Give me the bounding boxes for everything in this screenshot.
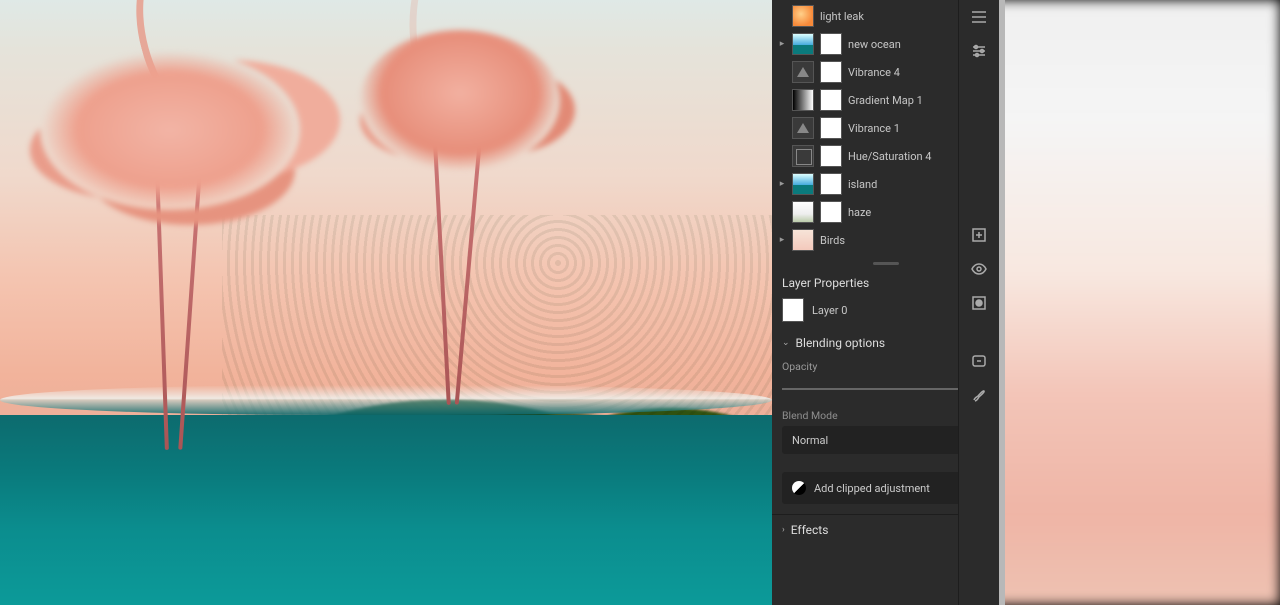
layer-name: Vibrance 4 [848,66,971,79]
layer-thumbnail[interactable] [792,201,814,223]
add-clipped-adjustment-label: Add clipped adjustment [814,482,930,495]
effects-label: Effects [791,523,829,537]
blend-mode-value: Normal [792,434,828,447]
canvas-flamingo-left [60,0,260,490]
chevron-right-icon: › [782,525,785,535]
layer-thumbnail[interactable] [792,145,814,167]
document-canvas[interactable] [0,0,772,605]
layer-options-icon[interactable] [959,0,999,34]
blending-options-label: Blending options [796,336,886,350]
layer-mask-thumbnail[interactable] [820,173,842,195]
visibility-icon[interactable] [959,252,999,286]
add-layer-icon[interactable] [959,218,999,252]
layer-name: Vibrance 1 [848,122,971,135]
chevron-down-icon: ⌄ [782,338,790,348]
link-icon[interactable] [959,344,999,378]
layer-thumbnail[interactable] [792,89,814,111]
layer-name: light leak [820,10,971,23]
layer-mask-thumbnail[interactable] [820,145,842,167]
layer-thumbnail[interactable] [792,117,814,139]
layer-thumbnail[interactable] [792,5,814,27]
expand-arrow-icon[interactable]: ▸ [778,39,786,49]
layer-mask-thumbnail[interactable] [820,201,842,223]
layer-thumbnail[interactable] [792,61,814,83]
layer-name: haze [848,206,971,219]
layer-name: Birds [820,234,971,247]
layer-properties-thumbnail [782,298,804,322]
layer-mask-thumbnail[interactable] [820,33,842,55]
layer-mask-thumbnail[interactable] [820,89,842,111]
canvas-flamingo-right [370,0,530,450]
right-icon-rail [958,0,999,605]
layer-name: Hue/Saturation 4 [848,150,971,163]
layer-name: Gradient Map 1 [848,94,971,107]
layer-thumbnail[interactable] [792,229,814,251]
expand-arrow-icon[interactable]: ▸ [778,179,786,189]
layer-name: new ocean [848,38,971,51]
layer-thumbnail[interactable] [792,33,814,55]
layer-name: island [848,178,971,191]
background-gradient [980,0,1280,605]
mask-icon[interactable] [959,286,999,320]
layer-mask-thumbnail[interactable] [820,61,842,83]
expand-arrow-icon[interactable]: ▸ [778,235,786,245]
brush-icon[interactable] [959,378,999,412]
layer-mask-thumbnail[interactable] [820,117,842,139]
filter-adjust-icon[interactable] [959,34,999,68]
device-bezel: light leak ▸ new ocean Vibrance 4 Gradient M… [0,0,1005,605]
layer-thumbnail[interactable] [792,173,814,195]
opacity-label: Opacity [782,360,817,373]
adjustment-icon [792,481,806,495]
